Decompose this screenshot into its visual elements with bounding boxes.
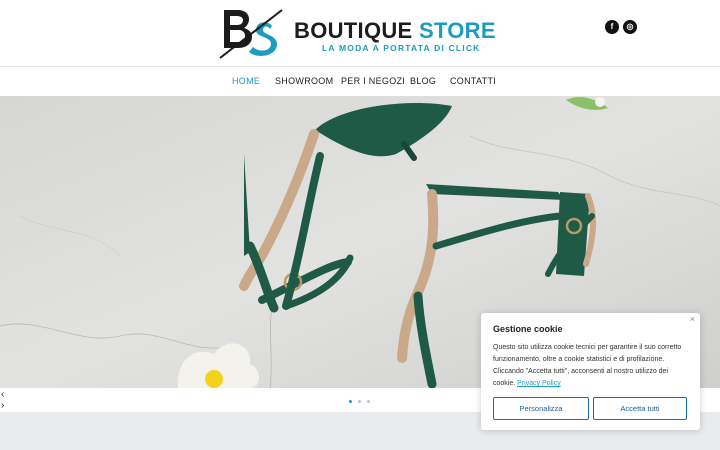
slider-next-arrow-icon[interactable]: ›	[1, 401, 4, 411]
accept-all-cookies-button[interactable]: Accetta tutti	[593, 397, 687, 420]
brand-title-part1: BOUTIQUE	[294, 18, 413, 43]
cookie-consent-dialog: × Gestione cookie Questo sito utilizza c…	[481, 313, 700, 430]
cookie-dialog-title: Gestione cookie	[493, 324, 563, 334]
facebook-icon[interactable]: f	[605, 20, 619, 34]
slider-prev-arrow-icon[interactable]: ‹	[1, 390, 4, 400]
site-header: BOUTIQUE STORE LA MODA A PORTATA DI CLIC…	[0, 0, 720, 66]
slider-dot-3[interactable]	[367, 400, 370, 403]
main-navigation: HOME SHOWROOM PER I NEGOZI BLOG CONTATTI	[0, 66, 720, 96]
instagram-icon[interactable]: ◎	[623, 20, 637, 34]
slider-dot-1[interactable]	[349, 400, 352, 403]
slider-dot-2[interactable]	[358, 400, 361, 403]
close-icon[interactable]: ×	[690, 314, 695, 324]
brand-logo[interactable]: BOUTIQUE STORE LA MODA A PORTATA DI CLIC…	[218, 6, 498, 60]
brand-title-part2: STORE	[418, 18, 496, 43]
bs-monogram-icon	[219, 9, 283, 59]
nav-item-per-i-negozi[interactable]: PER I NEGOZI	[341, 76, 405, 86]
nav-item-contatti[interactable]: CONTATTI	[450, 76, 496, 86]
brand-tagline: LA MODA A PORTATA DI CLICK	[322, 43, 481, 53]
brand-title: BOUTIQUE STORE	[294, 18, 496, 44]
nav-item-blog[interactable]: BLOG	[410, 76, 436, 86]
nav-item-showroom[interactable]: SHOWROOM	[275, 76, 333, 86]
privacy-policy-link[interactable]: Privacy Policy	[517, 380, 561, 387]
cookie-dialog-text: Questo sito utilizza cookie tecnici per …	[493, 342, 689, 390]
nav-item-home[interactable]: HOME	[232, 76, 260, 86]
customize-cookies-button[interactable]: Personalizza	[493, 397, 589, 420]
